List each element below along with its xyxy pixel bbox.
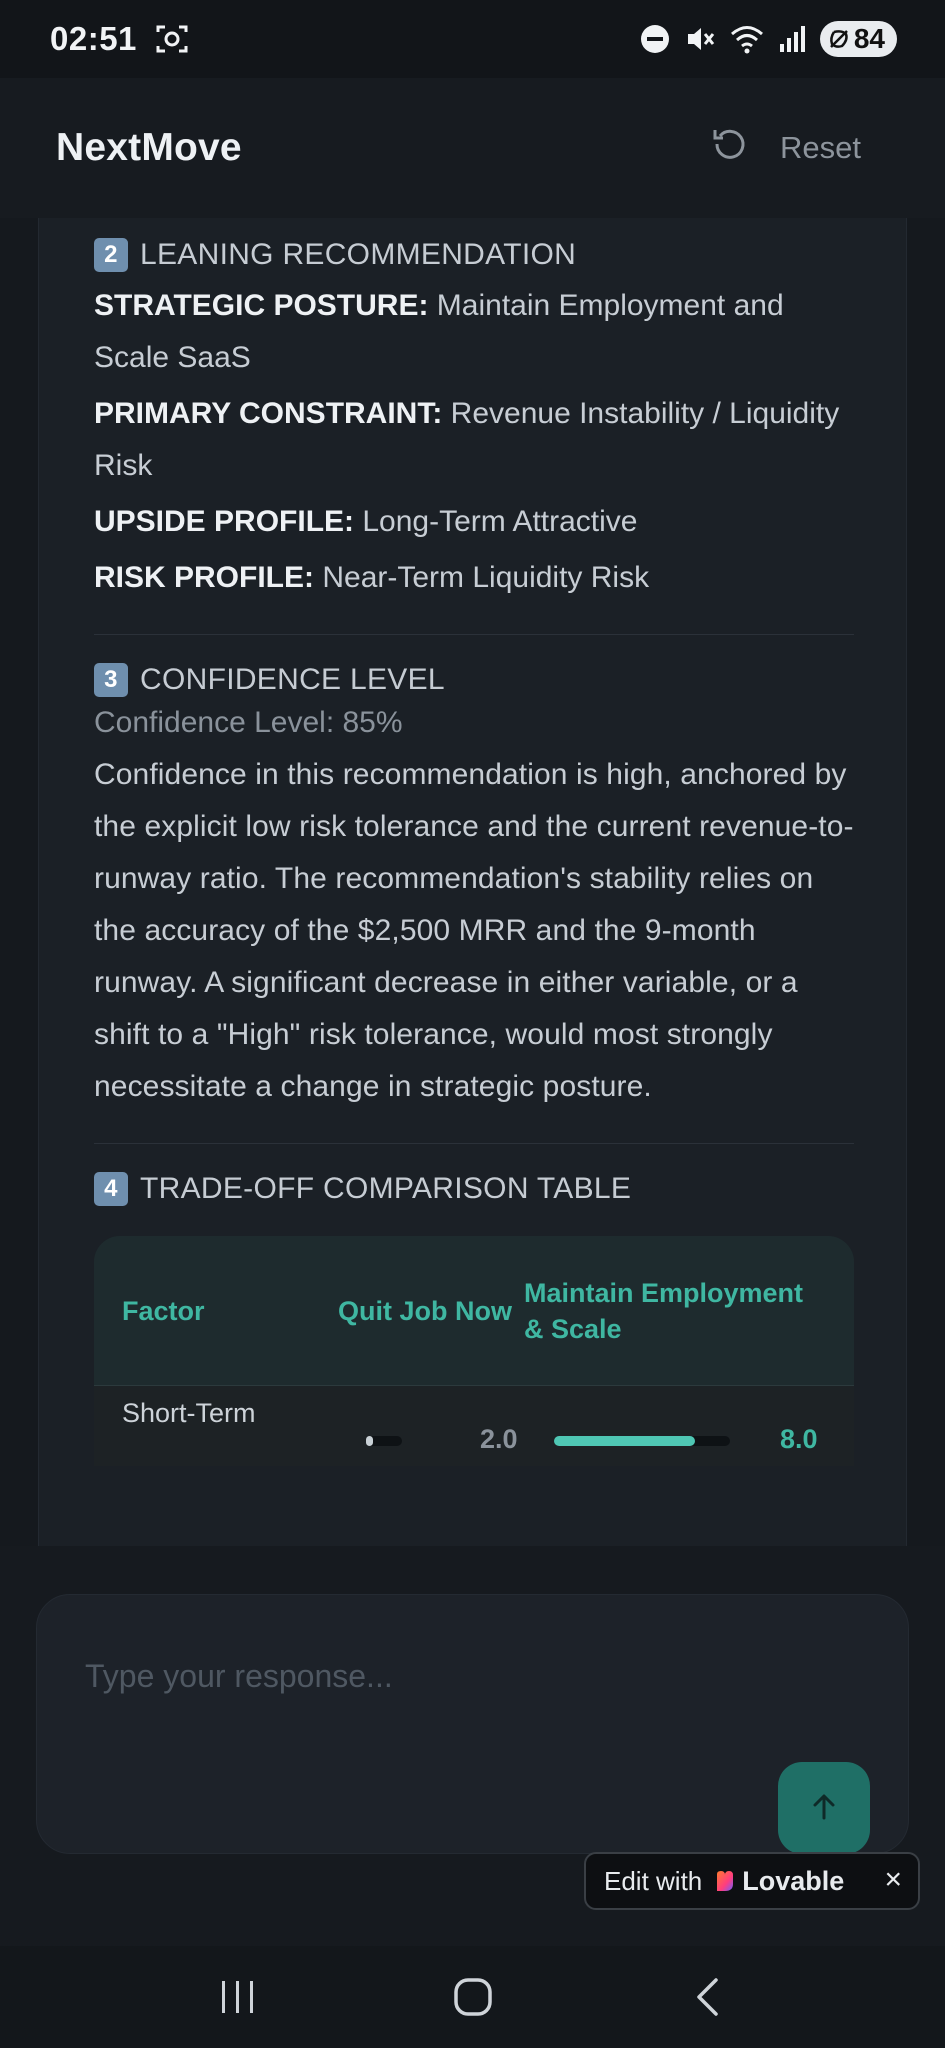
send-button[interactable] [778, 1762, 870, 1854]
battery-level: 84 [853, 23, 885, 54]
battery-icon: 84 [819, 21, 897, 57]
section-4-title: TRADE-OFF COMPARISON TABLE [140, 1172, 632, 1205]
reset-icon [712, 126, 748, 170]
wifi-icon [730, 24, 764, 54]
reset-button[interactable]: Reset [712, 126, 861, 170]
system-nav-bar [0, 1946, 945, 2048]
app-title: NextMove [56, 126, 242, 169]
strategic-posture: STRATEGIC POSTURE: Maintain Employment a… [94, 289, 784, 374]
section-3-title: CONFIDENCE LEVEL [140, 663, 445, 696]
column-header-quit: Quit Job Now [338, 1295, 512, 1326]
screen-record-icon [155, 22, 189, 56]
back-button[interactable] [663, 1957, 753, 2037]
status-bar: 02:51 84 [0, 0, 945, 78]
section-3-badge: 3 [94, 663, 128, 697]
section-4-heading: 4 TRADE-OFF COMPARISON TABLE [94, 1172, 854, 1206]
dnd-icon [640, 24, 670, 54]
section-2-badge: 2 [94, 238, 128, 272]
mute-icon [684, 23, 716, 55]
confidence-level: Confidence Level: 85% [94, 706, 403, 739]
home-button[interactable] [428, 1957, 518, 2037]
column-header-maintain: Maintain Employment & Scale [524, 1277, 804, 1344]
response-input[interactable] [85, 1651, 785, 1701]
section-4-badge: 4 [94, 1172, 128, 1206]
section-2-heading: 2 LEANING RECOMMENDATION [94, 238, 854, 272]
table-header-row: Factor Quit Job Now Maintain Employment … [94, 1236, 854, 1386]
lovable-brand: Lovable [742, 1865, 845, 1896]
column-header-factor: Factor [122, 1295, 205, 1326]
tradeoff-table: Factor Quit Job Now Maintain Employment … [94, 1236, 854, 1466]
section-3-heading: 3 CONFIDENCE LEVEL [94, 663, 854, 697]
quit-score: 2.0 [480, 1424, 518, 1454]
maintain-score-bar [554, 1436, 695, 1446]
primary-constraint: PRIMARY CONSTRAINT: Revenue Instability … [94, 397, 840, 482]
signal-icon [778, 24, 806, 54]
upside-profile: UPSIDE PROFILE: Long-Term Attractive [94, 505, 638, 538]
app-header: NextMove Reset [0, 78, 945, 218]
maintain-score: 8.0 [780, 1424, 818, 1454]
close-icon[interactable]: × [884, 1863, 902, 1897]
arrow-up-icon [808, 1791, 840, 1826]
status-time: 02:51 [50, 20, 137, 57]
divider [94, 634, 854, 635]
lovable-logo-icon [714, 1870, 736, 1892]
recent-apps-button[interactable] [193, 1957, 283, 2037]
edit-with-lovable-badge[interactable]: Edit with Lovable × [584, 1852, 920, 1910]
reset-label: Reset [780, 130, 861, 165]
table-row: Short-Term 2.0 8.0 [94, 1386, 854, 1466]
recommendation-card: 2 LEANING RECOMMENDATION STRATEGIC POSTU… [38, 218, 907, 1546]
quit-score-bar [366, 1436, 373, 1446]
lovable-prefix: Edit with [604, 1865, 703, 1896]
divider [94, 1143, 854, 1144]
section-2-title: LEANING RECOMMENDATION [140, 238, 577, 271]
row-factor: Short-Term [122, 1398, 256, 1428]
confidence-explanation: Confidence in this recommendation is hig… [94, 758, 854, 1103]
risk-profile: RISK PROFILE: Near-Term Liquidity Risk [94, 561, 650, 594]
